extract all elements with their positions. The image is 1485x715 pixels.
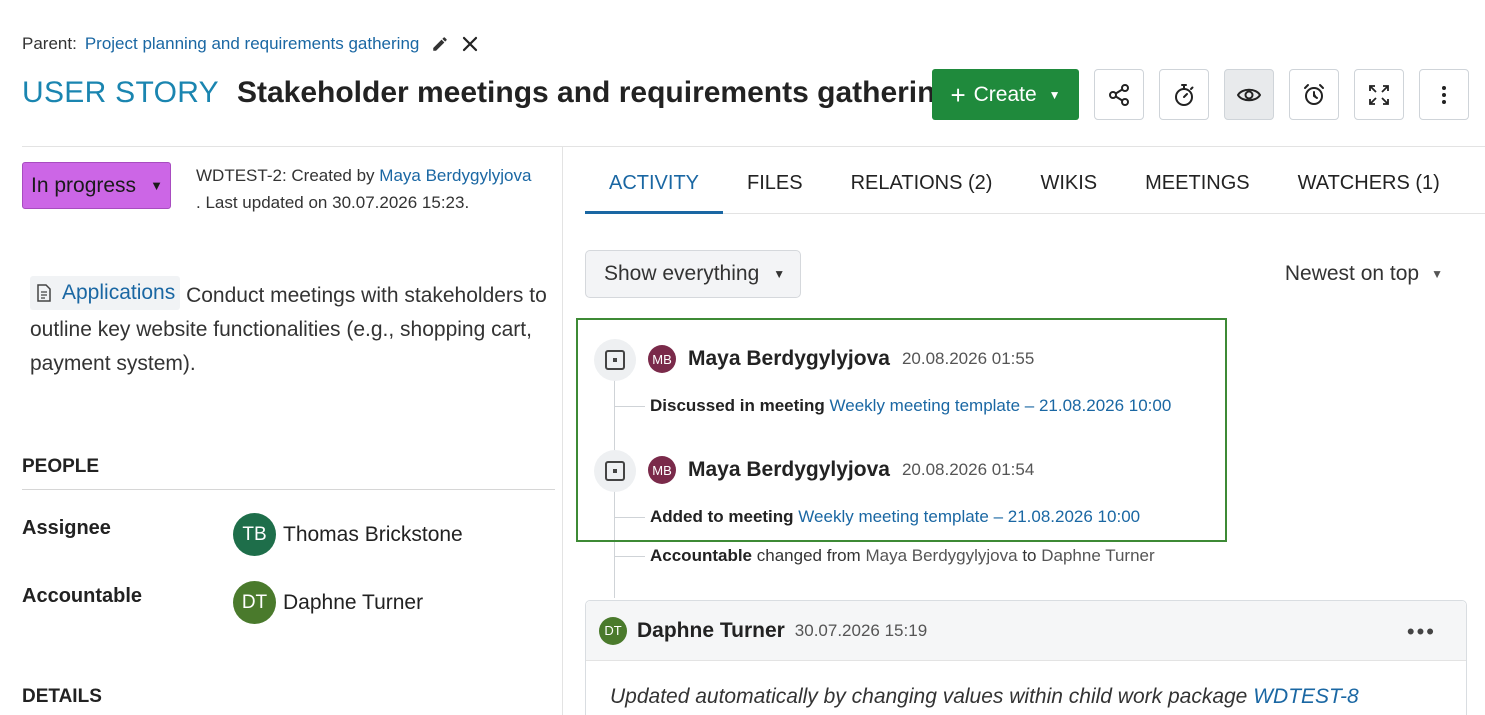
comment-author[interactable]: Daphne Turner (637, 619, 785, 643)
activity-item-header: MB Maya Berdygylyjova 20.08.2026 01:54 (648, 456, 1034, 484)
activity-detail-change: Accountable changed from Maya Berdygylyj… (650, 546, 1155, 566)
comment-text: Updated automatically by changing values… (610, 685, 1248, 708)
page-title[interactable]: Stakeholder meetings and requirements ga… (237, 76, 954, 110)
activity-date[interactable]: 20.08.2026 01:54 (902, 460, 1034, 480)
eye-icon (1237, 88, 1261, 101)
create-button-label: Create (973, 82, 1037, 106)
watch-button[interactable] (1224, 69, 1274, 120)
avatar: TB (233, 513, 276, 556)
alarm-icon (1304, 83, 1324, 105)
author-link[interactable]: Maya Berdygylyjova (379, 166, 531, 185)
work-package-type: USER STORY (22, 76, 219, 109)
timeline-branch (615, 406, 645, 407)
status-label: In progress (31, 173, 137, 197)
assignee-name: Thomas Brickstone (283, 522, 463, 546)
chevron-down-icon: ▼ (150, 178, 163, 193)
activity-author[interactable]: Maya Berdygylyjova (688, 458, 890, 482)
activity-detail: Added to meeting Weekly meeting template… (650, 507, 1140, 527)
work-package-meta: WDTEST-2: Created by Maya Berdygylyjova … (196, 162, 556, 216)
description: Applications Conduct meetings with stake… (30, 276, 550, 381)
activity-detail-label: Added to meeting (650, 507, 794, 526)
column-divider (562, 146, 563, 715)
create-button[interactable]: + Create ▼ (932, 69, 1079, 120)
share-icon (1109, 83, 1129, 106)
tab-meetings[interactable]: MEETINGS (1121, 160, 1273, 214)
activity-detail-label: Discussed in meeting (650, 396, 825, 415)
share-button[interactable] (1094, 69, 1144, 120)
work-package-link[interactable]: WDTEST-8 (1253, 685, 1358, 708)
activity-item-header: MB Maya Berdygylyjova 20.08.2026 01:55 (648, 345, 1034, 373)
avatar: DT (599, 616, 627, 645)
meeting-link[interactable]: Weekly meeting template – 21.08.2026 10:… (798, 507, 1140, 527)
timeline-branch (615, 517, 645, 518)
tab-activity[interactable]: ACTIVITY (585, 160, 724, 214)
chevron-down-icon: ▼ (1431, 267, 1443, 281)
activity-author[interactable]: Maya Berdygylyjova (688, 347, 890, 371)
timeline-branch (615, 556, 645, 557)
tab-watchers[interactable]: WATCHERS (1) (1274, 160, 1464, 214)
avatar: DT (233, 581, 276, 624)
changed-field: Accountable (650, 546, 753, 565)
people-divider (22, 489, 555, 490)
parent-link[interactable]: Project planning and requirements gather… (85, 34, 420, 54)
details-section-title: DETAILS (22, 686, 102, 707)
tab-relations[interactable]: RELATIONS (2) (827, 160, 1017, 214)
comment-date[interactable]: 30.07.2026 15:19 (795, 621, 927, 641)
sort-order-dropdown[interactable]: Newest on top ▼ (1285, 262, 1443, 286)
meta-updated: . Last updated on 30.07.2026 15:23. (196, 193, 470, 212)
accountable-label: Accountable (22, 585, 143, 607)
title-row: USER STORY Stakeholder meetings and requ… (22, 76, 954, 110)
chevron-down-icon: ▼ (1048, 87, 1061, 102)
plus-icon: + (950, 79, 966, 110)
accountable-value[interactable]: DT Daphne Turner (233, 581, 423, 624)
reminder-button[interactable] (1289, 69, 1339, 120)
more-actions-button[interactable] (1419, 69, 1469, 120)
fullscreen-icon (1369, 84, 1389, 105)
header-divider (22, 146, 1485, 147)
change-to: Daphne Turner (1041, 546, 1155, 565)
change-from: Maya Berdygylyjova (865, 546, 1018, 565)
assignee-value[interactable]: TB Thomas Brickstone (233, 513, 463, 556)
comment-body: Updated automatically by changing values… (610, 685, 1359, 709)
tab-bar: ACTIVITY FILES RELATIONS (2) WIKIS MEETI… (585, 160, 1485, 214)
assignee-label: Assignee (22, 517, 111, 539)
change-text: changed from (756, 546, 861, 565)
activity-item-icon (594, 339, 636, 381)
parent-row: Parent: Project planning and requirement… (22, 34, 479, 54)
comment-card: DT Daphne Turner 30.07.2026 15:19 ••• Up… (585, 600, 1467, 715)
time-tracking-button[interactable] (1159, 69, 1209, 120)
activity-item-icon (594, 450, 636, 492)
pencil-icon[interactable] (431, 35, 449, 53)
activity-date[interactable]: 20.08.2026 01:55 (902, 349, 1034, 369)
applications-link[interactable]: Applications (62, 276, 175, 310)
filter-label: Show everything (604, 262, 760, 285)
avatar: MB (648, 456, 676, 484)
status-dropdown[interactable]: In progress ▼ (22, 162, 171, 209)
tab-files[interactable]: FILES (723, 160, 827, 214)
more-vertical-icon (1442, 85, 1446, 104)
meeting-link[interactable]: Weekly meeting template – 21.08.2026 10:… (830, 396, 1172, 416)
fullscreen-button[interactable] (1354, 69, 1404, 120)
people-section-title: PEOPLE (22, 456, 100, 477)
activity-filter-dropdown[interactable]: Show everything ▼ (585, 250, 801, 298)
activity-detail: Discussed in meeting Weekly meeting temp… (650, 396, 1171, 416)
accountable-name: Daphne Turner (283, 590, 424, 614)
applications-chip[interactable]: Applications (30, 276, 181, 310)
avatar: MB (648, 345, 676, 373)
change-to-word: to (1022, 546, 1037, 565)
chevron-down-icon: ▼ (773, 267, 786, 281)
meta-prefix: WDTEST-2: Created by (196, 166, 375, 185)
stopwatch-icon (1175, 83, 1194, 106)
parent-label: Parent: (22, 34, 77, 53)
comment-header: DT Daphne Turner 30.07.2026 15:19 (586, 601, 1466, 661)
tab-wikis[interactable]: WIKIS (1016, 160, 1121, 214)
document-icon (37, 284, 51, 302)
sort-label: Newest on top (1284, 262, 1420, 285)
close-icon[interactable] (461, 35, 479, 53)
more-horizontal-icon[interactable]: ••• (1407, 619, 1436, 645)
toolbar: + Create ▼ (932, 69, 1469, 120)
